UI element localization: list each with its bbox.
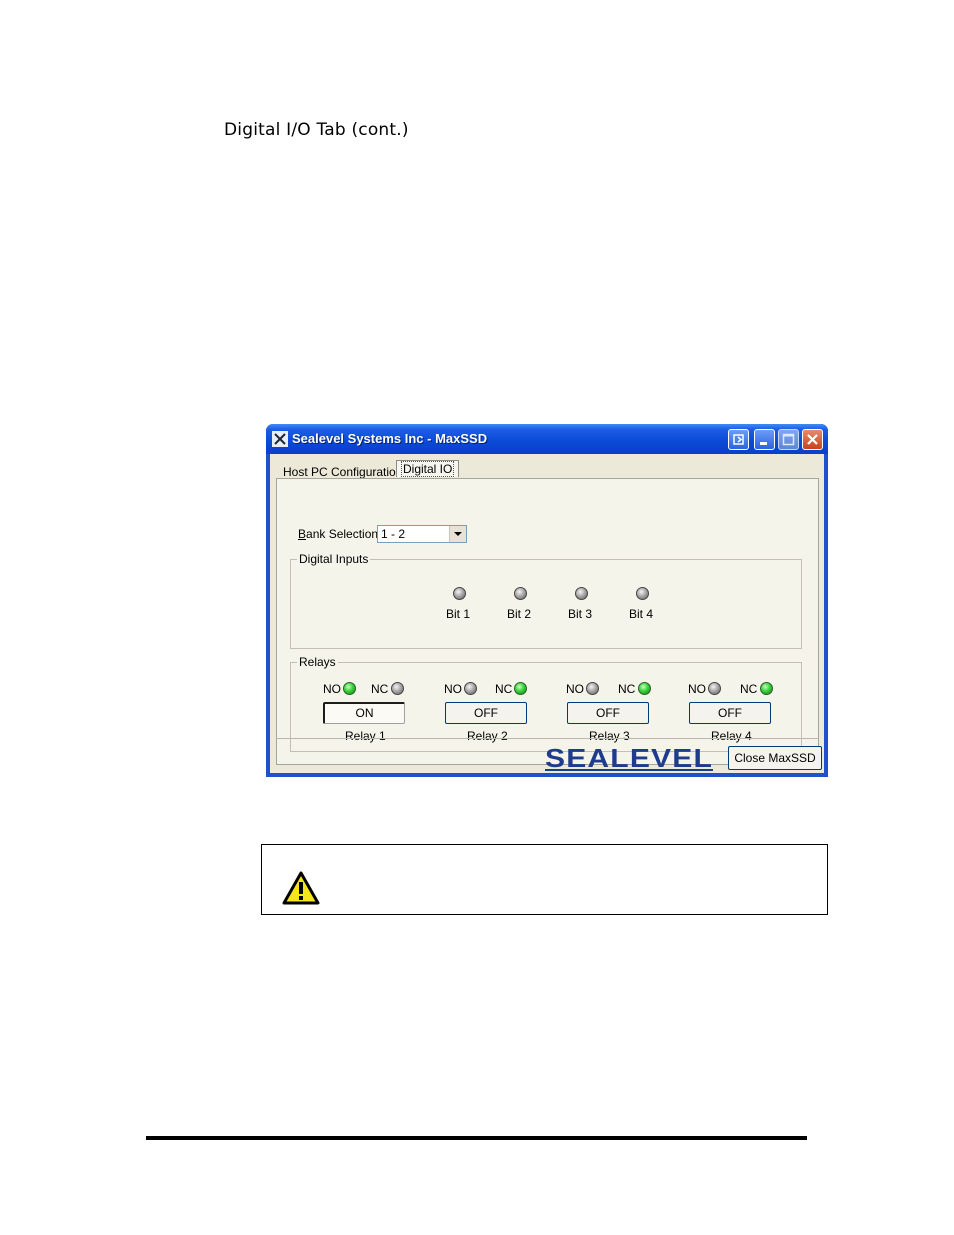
title-bar[interactable]: Sealevel Systems Inc - MaxSSD <box>266 424 828 454</box>
relay-4-no-led <box>708 682 721 695</box>
svg-text:SEALEVEL: SEALEVEL <box>545 743 713 772</box>
relay-3-toggle-button[interactable]: OFF <box>567 702 649 724</box>
bit-4-led <box>636 587 649 600</box>
window-client: Host PC Configuration Digital IO Bank Se… <box>270 454 824 773</box>
bit-2-label: Bit 2 <box>507 607 532 621</box>
bank-selection-dropdown[interactable]: 1 - 2 <box>377 525 467 543</box>
relay-1-toggle-button[interactable]: ON <box>323 702 405 724</box>
relay-4-no-label: NO <box>688 682 706 696</box>
tab-digital-io-label: Digital IO <box>401 461 455 477</box>
window-title: Sealevel Systems Inc - MaxSSD <box>292 431 488 446</box>
bit-3-led <box>575 587 588 600</box>
relay-2-label: Relay 2 <box>467 729 508 743</box>
digital-inputs-title: Digital Inputs <box>297 552 371 566</box>
maximize-button[interactable] <box>778 429 799 450</box>
relay-3-nc-label: NC <box>618 682 636 696</box>
relay-2-nc-led <box>514 682 527 695</box>
relay-2-no-label: NO <box>444 682 462 696</box>
sealevel-logo: SEALEVEL <box>545 743 713 772</box>
bank-selection-label: Bank Selection <box>298 527 378 541</box>
sealevel-app-icon <box>272 431 288 447</box>
bit-2-led <box>514 587 527 600</box>
relay-1-no-label: NO <box>323 682 341 696</box>
relay-1-nc-label: NC <box>371 682 389 696</box>
relay-3-nc-led <box>638 682 651 695</box>
minimize-icon <box>760 442 767 445</box>
relay-2-toggle-button[interactable]: OFF <box>445 702 527 724</box>
chevron-down-icon <box>454 532 462 536</box>
relay-4-nc-label: NC <box>740 682 758 696</box>
tab-host-pc-configuration[interactable]: Host PC Configuration <box>283 465 402 479</box>
relay-3-no-led <box>586 682 599 695</box>
digital-io-panel: Bank Selection 1 - 2 Digital Inputs Bit … <box>276 478 819 765</box>
help-button[interactable] <box>728 429 749 450</box>
bit-3-label: Bit 3 <box>568 607 593 621</box>
close-window-button[interactable] <box>802 429 823 450</box>
dropdown-arrow[interactable] <box>449 526 466 542</box>
bit-4-label: Bit 4 <box>629 607 654 621</box>
relay-4-toggle-button[interactable]: OFF <box>689 702 771 724</box>
tab-digital-io[interactable]: Digital IO <box>396 460 460 477</box>
close-icon <box>807 434 818 445</box>
warning-icon <box>282 871 320 905</box>
digital-inputs-group: Digital Inputs Bit 1 Bit 2 Bit 3 Bit 4 <box>290 552 802 649</box>
relay-1-nc-led <box>391 682 404 695</box>
section-heading: Digital I/O Tab (cont.) <box>224 120 409 140</box>
caution-box <box>261 844 828 915</box>
bit-1-led <box>453 587 466 600</box>
relay-2-no-led <box>464 682 477 695</box>
bit-1-label: Bit 1 <box>446 607 471 621</box>
context-icon <box>733 434 744 445</box>
relay-2-nc-label: NC <box>495 682 513 696</box>
relay-1-label: Relay 1 <box>345 729 386 743</box>
footer-rule <box>146 1136 807 1140</box>
relay-3-no-label: NO <box>566 682 584 696</box>
bottom-separator <box>276 738 819 739</box>
relay-1-no-led <box>343 682 356 695</box>
bank-selection-label-rest: ank Selection <box>306 527 379 541</box>
relay-4-nc-led <box>760 682 773 695</box>
relays-title: Relays <box>297 655 338 669</box>
bank-selection-value: 1 - 2 <box>381 527 406 541</box>
maximize-icon <box>782 433 795 446</box>
minimize-button[interactable] <box>754 429 775 450</box>
close-maxssd-button[interactable]: Close MaxSSD <box>728 746 822 770</box>
maxssd-window: Sealevel Systems Inc - MaxSSD Host PC Co… <box>266 424 828 777</box>
relay-3-label: Relay 3 <box>589 729 630 743</box>
relay-4-label: Relay 4 <box>711 729 752 743</box>
bank-selection-accel: B <box>298 527 307 541</box>
